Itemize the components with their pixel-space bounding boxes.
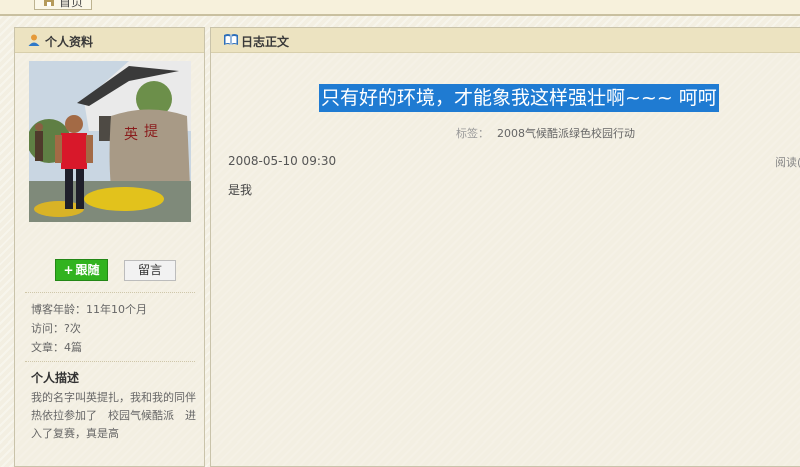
post-panel-header: 日志正文 [211,28,800,53]
top-nav: 首页 [0,0,800,16]
profile-panel: 个人资料 英 提 + 跟随 留言 博客年龄：11年10个月 访问：?次 文章：4… [14,27,205,467]
follow-button[interactable]: + 跟随 [55,259,108,281]
article-count: 文章：4篇 [31,341,82,354]
post-tags: 标签： 2008气候酷派绿色校园行动 [456,125,635,141]
description-text: 我的名字叫英提扎，我和我的同伴热依拉参加了 校园气候酷派 进入了复赛，真是高 [31,391,196,440]
post-title[interactable]: 只有好的环境，才能象我这样强壮啊~~~ 呵呵 [319,84,719,112]
blog-age: 博客年龄：11年10个月 [31,303,147,316]
tag-link[interactable]: 2008气候酷派绿色校园行动 [497,127,635,140]
post-body: 是我 [228,183,253,197]
read-count: 阅读( [775,156,800,169]
description-title: 个人描述 [31,371,80,385]
tab-home[interactable]: 首页 [34,0,92,10]
svg-text:英: 英 [124,126,138,143]
profile-photo[interactable]: 英 提 [29,61,191,222]
svg-text:提: 提 [144,124,158,140]
visit-count: 访问：?次 [31,322,81,335]
home-icon [43,0,55,6]
divider [25,361,195,362]
message-button-label: 留言 [137,263,162,277]
divider [25,292,195,293]
plus-icon: + [63,263,74,277]
post-date: 2008-05-10 09:30 [228,154,337,168]
tags-label: 标签： [456,127,489,140]
follow-button-label: 跟随 [75,263,100,277]
tab-home-label: 首页 [59,0,84,9]
book-icon [223,33,238,47]
post-panel: 日志正文 只有好的环境，才能象我这样强壮啊~~~ 呵呵 标签： 2008气候酷派绿… [210,27,800,467]
user-icon [27,33,41,47]
message-button[interactable]: 留言 [124,260,176,281]
post-panel-title: 日志正文 [241,35,290,49]
profile-panel-title: 个人资料 [45,35,94,49]
profile-panel-header: 个人资料 [15,28,204,53]
